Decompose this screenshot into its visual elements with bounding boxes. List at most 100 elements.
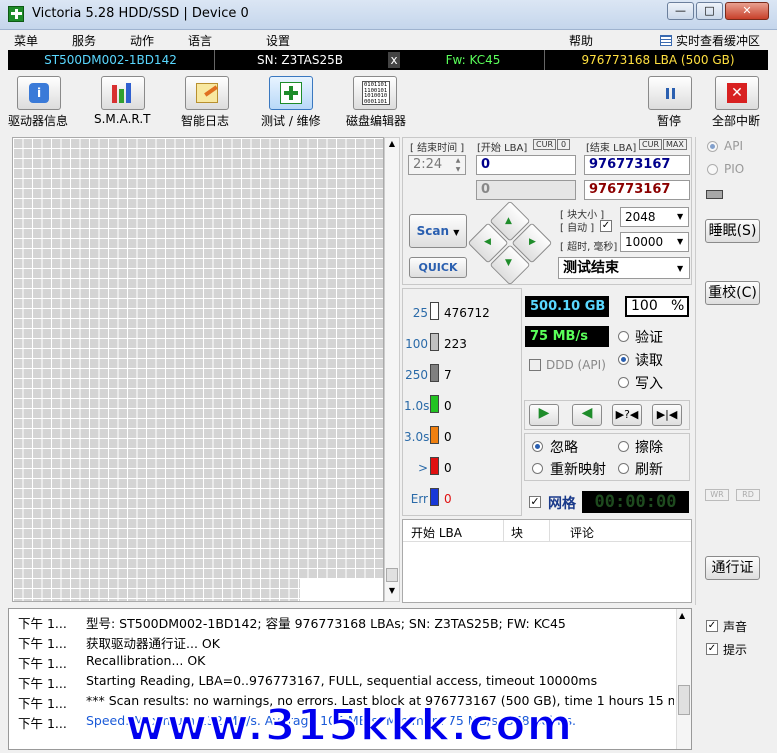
api-label: API xyxy=(724,139,743,153)
smart-button[interactable] xyxy=(101,76,145,110)
arrow-down-icon: ▼ xyxy=(505,258,512,268)
stop-all-button[interactable]: ✕ xyxy=(715,76,759,110)
scroll-thumb[interactable] xyxy=(386,568,398,582)
log-time: 下午 1... xyxy=(18,696,67,711)
log-scroll-up-icon[interactable]: ▲ xyxy=(679,611,685,620)
progress-percent: 100 % xyxy=(625,296,689,317)
start-lba-label: [开始 LBA] xyxy=(477,143,528,154)
menu-item-cache[interactable]: 实时查看缓冲区 xyxy=(676,32,760,49)
refresh-radio[interactable] xyxy=(618,463,629,474)
sound-checkbox[interactable]: ✓ xyxy=(706,620,718,632)
read-speed: 75 MB/s xyxy=(525,326,609,347)
menu-bar: 菜单 服务 动作 语言 设置 帮助 实时查看缓冲区 xyxy=(0,30,777,50)
ddd-label: DDD (API) xyxy=(546,358,606,372)
status-dropdown-icon: ▼ xyxy=(677,264,684,273)
stat-color-bar xyxy=(430,457,439,475)
pio-radio[interactable] xyxy=(707,164,718,175)
start-lba-input[interactable]: 0 xyxy=(476,155,576,175)
wr-indicator: WR xyxy=(705,489,729,501)
smart-label: S.M.A.R.T xyxy=(94,112,151,126)
test-repair-button[interactable] xyxy=(269,76,313,110)
stat-count: 7 xyxy=(444,368,452,382)
col-block[interactable]: 块 xyxy=(511,524,523,541)
device-close-x[interactable]: x xyxy=(388,52,400,68)
refresh-label: 刷新 xyxy=(635,462,663,478)
menu-item[interactable]: 设置 xyxy=(266,32,290,49)
col-comment[interactable]: 评论 xyxy=(570,524,594,541)
max-button[interactable]: MAX xyxy=(663,139,687,150)
pause-button[interactable] xyxy=(648,76,692,110)
disk-editor-label: 磁盘编辑器 xyxy=(346,114,407,128)
maximize-button[interactable]: □ xyxy=(696,2,723,20)
scroll-up-icon[interactable]: ▲ xyxy=(386,139,398,151)
play-button[interactable]: ▶ xyxy=(529,404,559,426)
recalibrate-button[interactable]: 重校(C) xyxy=(705,281,760,305)
timeout-dropdown-icon: ▼ xyxy=(677,237,684,246)
stat-label: 3.0s xyxy=(404,430,430,444)
sleep-button[interactable]: 睡眠(S) xyxy=(705,219,760,243)
menu-item-help[interactable]: 帮助 xyxy=(569,32,593,49)
ignore-label: 忽略 xyxy=(550,440,578,456)
erase-radio[interactable] xyxy=(618,441,629,452)
menu-item[interactable]: 菜单 xyxy=(14,32,38,49)
drive-indicator xyxy=(706,190,723,199)
verify-label: 验证 xyxy=(635,330,663,346)
time-spinner-icon[interactable]: ▲ ▼ xyxy=(452,156,464,174)
log-scrollbar[interactable]: ▲ xyxy=(676,609,691,749)
stop-icon: ✕ xyxy=(727,83,747,103)
pause-label: 暂停 xyxy=(657,114,682,128)
end-icon: ▶|◀ xyxy=(656,408,678,421)
quick-button[interactable]: QUICK xyxy=(409,257,467,278)
end-lba-label: [结束 LBA] xyxy=(586,143,637,154)
smart-log-label: 智能日志 xyxy=(181,114,230,128)
cur-end-button[interactable]: CUR xyxy=(639,139,662,150)
log-message: Recallibration... OK xyxy=(86,653,206,668)
minimize-button[interactable]: — xyxy=(667,2,694,20)
zero-button[interactable]: 0 xyxy=(557,139,571,150)
test-status-select[interactable]: 测试结束 xyxy=(558,257,690,279)
close-button[interactable]: ✕ xyxy=(725,2,769,20)
action-panel xyxy=(524,433,690,481)
write-radio[interactable] xyxy=(618,377,629,388)
scroll-down-icon[interactable]: ▼ xyxy=(386,586,398,598)
remap-radio[interactable] xyxy=(532,463,543,474)
stat-count: 0 xyxy=(444,430,452,444)
scan-map-scrollbar[interactable]: ▲ ▼ xyxy=(384,137,400,602)
stat-color-bar xyxy=(430,333,439,351)
smart-log-button[interactable] xyxy=(185,76,229,110)
stat-label: 25 xyxy=(412,306,428,320)
verify-radio[interactable] xyxy=(618,331,629,342)
api-radio[interactable] xyxy=(707,141,718,152)
drive-info-button[interactable]: i xyxy=(17,76,61,110)
end-button[interactable]: ▶|◀ xyxy=(652,404,682,426)
seek-back-button[interactable]: ▶?◀ xyxy=(612,404,642,426)
log-scroll-thumb[interactable] xyxy=(678,685,690,715)
grid-checkbox[interactable]: ✓ xyxy=(529,496,541,508)
percent-sign: % xyxy=(671,298,685,314)
stat-label: > xyxy=(417,461,428,475)
read-label: 读取 xyxy=(635,353,663,369)
reverse-button[interactable]: ◀ xyxy=(572,404,602,426)
scan-button[interactable]: Scan ▼ xyxy=(409,214,467,248)
hints-checkbox[interactable]: ✓ xyxy=(706,643,718,655)
binary-icon: 0101101 1100101 1010010 0001101 xyxy=(362,81,390,105)
stat-color-bar xyxy=(430,426,439,444)
app-icon xyxy=(8,6,24,22)
stat-count: 476712 xyxy=(444,306,490,320)
log-message: 型号: ST500DM002-1BD142; 容量 976773168 LBAs… xyxy=(86,616,566,631)
menu-item[interactable]: 动作 xyxy=(130,32,154,49)
read-radio[interactable] xyxy=(618,354,629,365)
log-time: 下午 1... xyxy=(18,656,67,671)
menu-item[interactable]: 语言 xyxy=(188,32,212,49)
disk-editor-button[interactable]: 0101101 1100101 1010010 0001101 xyxy=(353,76,397,110)
end-lba-input[interactable]: 976773167 xyxy=(584,155,690,175)
auto-checkbox[interactable]: ✓ xyxy=(600,220,612,232)
menu-item[interactable]: 服务 xyxy=(72,32,96,49)
col-start-lba[interactable]: 开始 LBA xyxy=(411,524,462,541)
passport-button[interactable]: 通行证 xyxy=(705,556,760,580)
ignore-radio[interactable] xyxy=(532,441,543,452)
stat-count: 0 xyxy=(444,399,452,413)
scan-map-empty xyxy=(300,578,383,601)
cur-button[interactable]: CUR xyxy=(533,139,556,150)
ddd-checkbox[interactable] xyxy=(529,359,541,371)
